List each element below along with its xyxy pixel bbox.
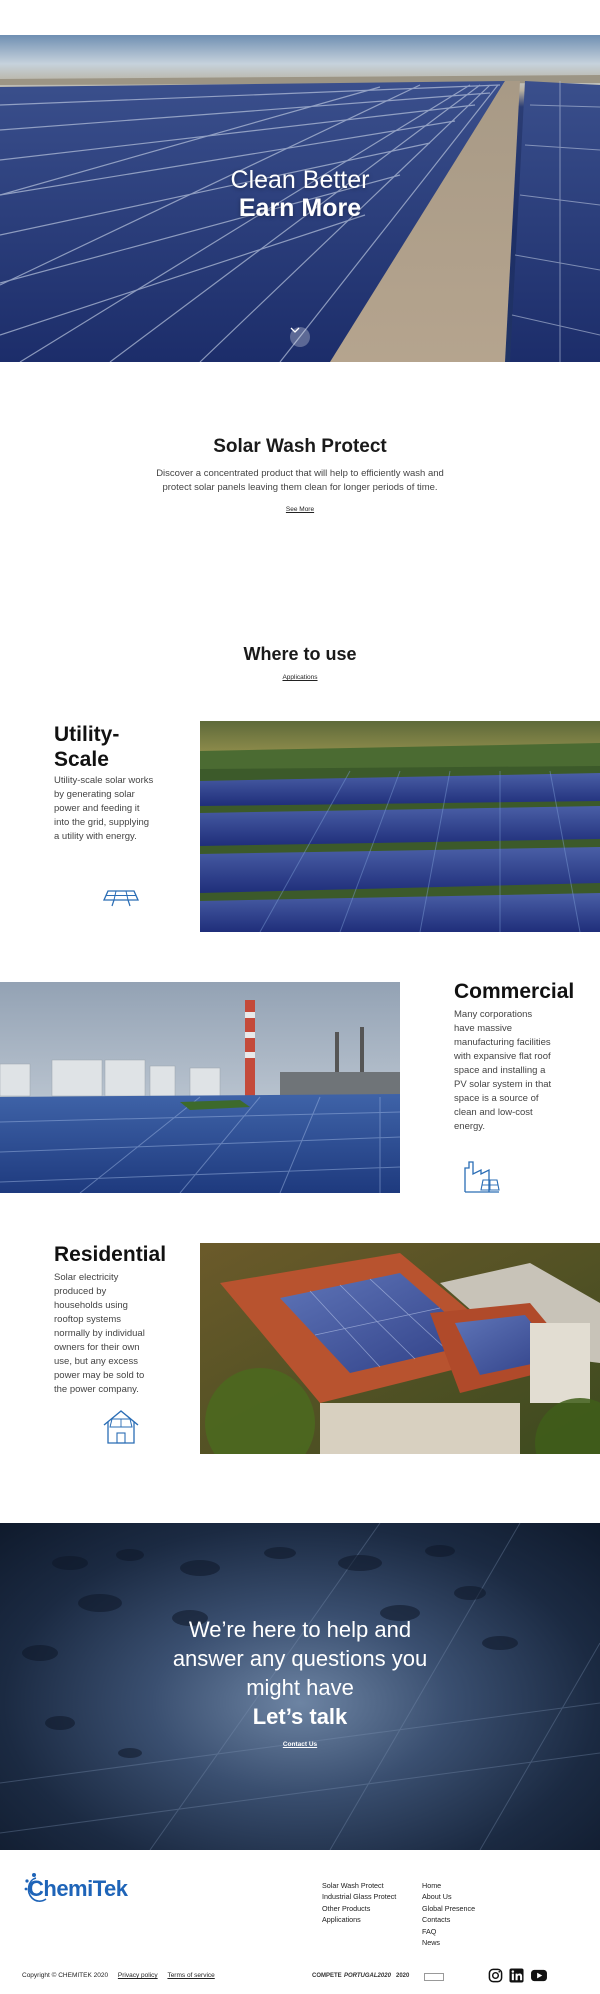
commercial-solar-picture [0, 982, 400, 1193]
footer-products-menu: Solar Wash Protect Industrial Glass Prot… [322, 1880, 396, 1926]
solar-panel-icon [102, 890, 140, 907]
footer-link-contacts[interactable]: Contacts [422, 1914, 475, 1925]
commercial-title: Commercial [454, 980, 575, 1003]
contact-banner: We’re here to help and answer any questi… [0, 1523, 600, 1850]
cta-line4: Let’s talk [252, 1704, 348, 1729]
hero-banner: Clean Better Earn More [0, 35, 600, 362]
residential-rooftop-picture [200, 1243, 600, 1454]
partner-logo-2020: 2020 [396, 1973, 410, 1979]
chevron-down-icon [290, 327, 300, 333]
residential-text: Solar electricity produced by households… [54, 1272, 145, 1395]
cta-line2: answer any questions you [172, 1646, 428, 1671]
footer-link-solar-wash[interactable]: Solar Wash Protect [322, 1880, 396, 1891]
house-icon [103, 1410, 139, 1444]
utility-scale-image [200, 721, 600, 932]
solar-wash-description: Discover a concentrated product that wil… [156, 468, 444, 493]
footer-link-home[interactable]: Home [422, 1880, 475, 1891]
youtube-icon[interactable] [530, 1968, 548, 1983]
hero-title-line2: Earn More [238, 194, 362, 222]
where-to-use-title: Where to use [243, 644, 357, 664]
utility-scale-text: Utility-scale solar works by generating … [54, 775, 154, 842]
applications-link[interactable]: Applications [0, 674, 600, 681]
commercial-text: Many corporations have massive manufactu… [454, 1009, 552, 1132]
privacy-policy-link[interactable]: Privacy policy [118, 1972, 158, 1979]
solar-wash-title: Solar Wash Protect [213, 436, 387, 457]
utility-solar-farm-picture [200, 721, 600, 932]
footer-link-other-products[interactable]: Other Products [322, 1903, 396, 1914]
utility-scale-title: Utility- Scale [54, 722, 119, 772]
footer-link-news[interactable]: News [422, 1937, 475, 1948]
footer-link-industrial-glass[interactable]: Industrial Glass Protect [322, 1891, 396, 1902]
footer-nav-menu: Home About Us Global Presence Contacts F… [422, 1880, 475, 1948]
copyright-text: Copyright © CHEMITEK 2020 [22, 1972, 109, 1979]
residential-image [200, 1243, 600, 1454]
footer-link-global-presence[interactable]: Global Presence [422, 1903, 475, 1914]
cta-line1: We’re here to help and [188, 1617, 412, 1642]
commercial-image [0, 982, 400, 1193]
factory-icon [464, 1161, 500, 1193]
contact-us-link[interactable]: Contact Us [0, 1741, 600, 1748]
partner-logo-compete: COMPETE [312, 1973, 342, 1979]
hero-title-line1: Clean Better [230, 166, 370, 194]
copyright-bar: Copyright © CHEMITEK 2020 Privacy policy… [22, 1972, 215, 1979]
residential-title: Residential [54, 1243, 167, 1266]
cta-line3: might have [246, 1675, 354, 1700]
see-more-link[interactable]: See More [0, 506, 600, 513]
terms-of-service-link[interactable]: Terms of service [167, 1972, 214, 1979]
footer-link-about[interactable]: About Us [422, 1891, 475, 1902]
partner-logo-portugal2020: PORTUGAL2020 [344, 1973, 391, 1979]
logo-wordmark: ChemiTek [28, 1876, 128, 1901]
footer-link-applications[interactable]: Applications [322, 1914, 396, 1925]
scroll-down-button[interactable] [290, 327, 310, 347]
partner-logo-eu [424, 1973, 444, 1981]
utility-scale-title-line1: Utility- [54, 723, 120, 746]
linkedin-icon[interactable] [509, 1968, 524, 1983]
instagram-icon[interactable] [488, 1968, 503, 1983]
footer-link-faq[interactable]: FAQ [422, 1926, 475, 1937]
utility-scale-title-line2: Scale [54, 748, 109, 771]
